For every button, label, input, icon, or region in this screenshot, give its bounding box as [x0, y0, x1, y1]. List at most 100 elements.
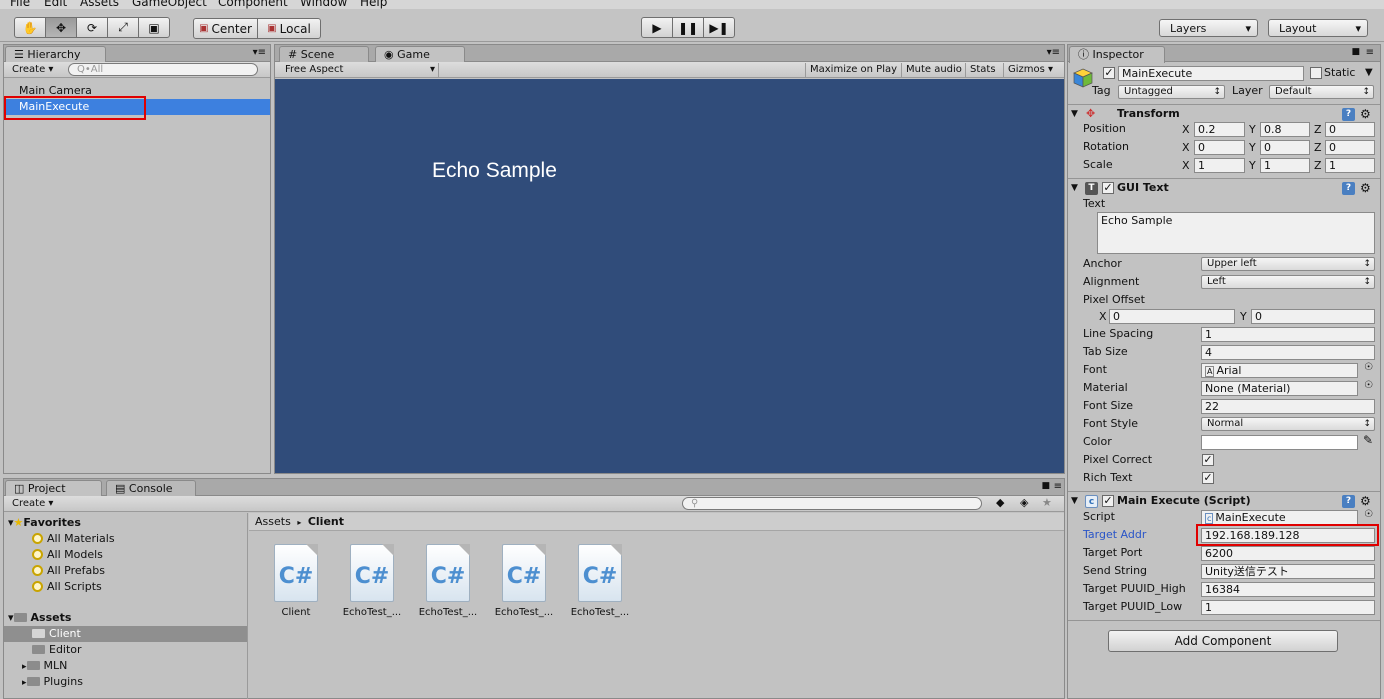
puuid-low-input[interactable]: 1 [1201, 600, 1375, 615]
font-style-dropdown[interactable]: Normal [1201, 417, 1375, 431]
menu-gameobject[interactable]: GameObject [132, 0, 207, 9]
help-icon[interactable]: ? [1342, 182, 1355, 195]
csharp-file-icon[interactable]: C# [426, 544, 470, 602]
gear-icon[interactable]: ⚙ [1360, 491, 1371, 511]
scale-icon[interactable]: ⤢ [107, 17, 139, 38]
favorite-star-icon[interactable]: ★ [1042, 496, 1052, 509]
object-picker-icon[interactable]: ☉ [1364, 380, 1373, 391]
project-search-input[interactable]: ⚲ [682, 497, 982, 510]
static-checkbox[interactable] [1310, 67, 1322, 79]
tree-favorites[interactable]: ▾★Favorites [8, 515, 247, 531]
rotation-x-input[interactable]: 0 [1194, 140, 1245, 155]
menu-help[interactable]: Help [360, 0, 387, 9]
hand-icon[interactable]: ✋ [14, 17, 46, 38]
maximize-on-play-toggle[interactable]: Maximize on Play [805, 63, 901, 77]
rotation-y-input[interactable]: 0 [1260, 140, 1310, 155]
label-filter-icon[interactable]: ◈ [1020, 496, 1028, 509]
game-view[interactable]: Echo Sample [275, 79, 1064, 473]
tab-scene[interactable]: # Scene [279, 46, 369, 62]
move-icon[interactable]: ✥ [45, 17, 77, 38]
tab-game[interactable]: ◉ Game [375, 46, 465, 63]
tree-item-all-materials[interactable]: All Materials [32, 531, 247, 547]
type-filter-icon[interactable]: ◆ [996, 496, 1004, 509]
guitext-header[interactable]: ▼ T ✓ GUI Text ? ⚙ [1068, 178, 1380, 198]
project-create-dropdown[interactable]: Create ▾ [8, 497, 57, 511]
scale-x-input[interactable]: 1 [1194, 158, 1245, 173]
object-picker-icon[interactable]: ☉ [1364, 509, 1373, 520]
tree-item-all-models[interactable]: All Models [32, 547, 247, 563]
help-icon[interactable]: ? [1342, 495, 1355, 508]
tree-assets[interactable]: ▾ Assets [8, 610, 247, 626]
rotate-icon[interactable]: ⟳ [76, 17, 108, 38]
tree-item-plugins[interactable]: ▸ Plugins [22, 674, 247, 690]
tag-dropdown[interactable]: Untagged [1118, 85, 1225, 99]
csharp-file-icon[interactable]: C# [274, 544, 318, 602]
csharp-file-icon[interactable]: C# [578, 544, 622, 602]
line-spacing-input[interactable]: 1 [1201, 327, 1375, 342]
object-picker-icon[interactable]: ☉ [1364, 362, 1373, 373]
stats-toggle[interactable]: Stats [965, 63, 1000, 77]
font-field[interactable]: A Arial [1201, 363, 1358, 378]
menu-window[interactable]: Window [300, 0, 347, 9]
tree-item-all-scripts[interactable]: All Scripts [32, 579, 247, 595]
panel-menu-icon[interactable]: ▾≡ [253, 47, 266, 58]
play-icon[interactable]: ▶ [641, 17, 673, 38]
script-field[interactable]: c MainExecute [1201, 510, 1358, 525]
text-area[interactable]: Echo Sample [1097, 212, 1375, 254]
layer-dropdown[interactable]: Default [1269, 85, 1374, 99]
pixel-offset-y-input[interactable]: 0 [1251, 309, 1375, 324]
csharp-file-icon[interactable]: C# [350, 544, 394, 602]
mute-audio-toggle[interactable]: Mute audio [901, 63, 966, 77]
pixel-correct-checkbox[interactable]: ✓ [1202, 454, 1214, 466]
csharp-file-icon[interactable]: C# [502, 544, 546, 602]
hierarchy-search-input[interactable]: Q•All [68, 63, 258, 76]
rich-text-checkbox[interactable]: ✓ [1202, 472, 1214, 484]
color-swatch[interactable] [1201, 435, 1358, 450]
menu-assets[interactable]: Assets [80, 0, 119, 9]
tree-item-mln[interactable]: ▸ MLN [22, 658, 247, 674]
send-string-input[interactable]: Unity送信テスト [1201, 564, 1375, 579]
pause-icon[interactable]: ❚❚ [672, 17, 704, 38]
guitext-enabled-checkbox[interactable]: ✓ [1102, 182, 1114, 194]
gear-icon[interactable]: ⚙ [1360, 178, 1371, 198]
pixel-offset-x-input[interactable]: 0 [1109, 309, 1235, 324]
scale-y-input[interactable]: 1 [1260, 158, 1310, 173]
pivot-center-button[interactable]: ▣ Center [193, 18, 258, 39]
gizmos-dropdown[interactable]: Gizmos ▾ [1003, 63, 1057, 77]
tab-project[interactable]: ◫ Project [5, 480, 102, 497]
panel-menu-icon[interactable]: ≡ [1366, 47, 1374, 58]
tree-item-editor[interactable]: Editor [32, 642, 247, 658]
layout-dropdown[interactable]: Layout ▾ [1268, 19, 1368, 37]
material-field[interactable]: None (Material) [1201, 381, 1358, 396]
tab-inspector[interactable]: ⓘ Inspector [1069, 46, 1165, 63]
tree-item-all-prefabs[interactable]: All Prefabs [32, 563, 247, 579]
position-z-input[interactable]: 0 [1325, 122, 1375, 137]
add-component-button[interactable]: Add Component [1108, 630, 1338, 652]
rotation-z-input[interactable]: 0 [1325, 140, 1375, 155]
menu-edit[interactable]: Edit [44, 0, 67, 9]
layers-dropdown[interactable]: Layers ▾ [1159, 19, 1258, 37]
menu-component[interactable]: Component [218, 0, 288, 9]
pivot-local-button[interactable]: ▣ Local [257, 18, 321, 39]
lock-icon[interactable]: ■ [1041, 481, 1050, 491]
alignment-dropdown[interactable]: Left [1201, 275, 1375, 289]
aspect-dropdown[interactable]: Free Aspect ▾ [281, 63, 439, 77]
script-enabled-checkbox[interactable]: ✓ [1102, 495, 1114, 507]
active-checkbox[interactable]: ✓ [1103, 67, 1115, 79]
tree-item-client[interactable]: Client [4, 626, 247, 642]
breadcrumb-client[interactable]: Client [308, 515, 344, 528]
tab-console[interactable]: ▤ Console [106, 480, 196, 496]
help-icon[interactable]: ? [1342, 108, 1355, 121]
rect-icon[interactable]: ▣ [138, 17, 170, 38]
hierarchy-create-dropdown[interactable]: Create ▾ [8, 63, 57, 77]
font-size-input[interactable]: 22 [1201, 399, 1375, 414]
chevron-down-icon[interactable]: ▼ [1365, 67, 1373, 78]
breadcrumb-assets[interactable]: Assets [255, 515, 291, 528]
anchor-dropdown[interactable]: Upper left [1201, 257, 1375, 271]
tab-hierarchy[interactable]: ☰ Hierarchy [5, 46, 106, 63]
scale-z-input[interactable]: 1 [1325, 158, 1375, 173]
step-icon[interactable]: ▶❚ [703, 17, 735, 38]
puuid-high-input[interactable]: 16384 [1201, 582, 1375, 597]
object-name-input[interactable]: MainExecute [1118, 66, 1304, 81]
target-port-input[interactable]: 6200 [1201, 546, 1375, 561]
